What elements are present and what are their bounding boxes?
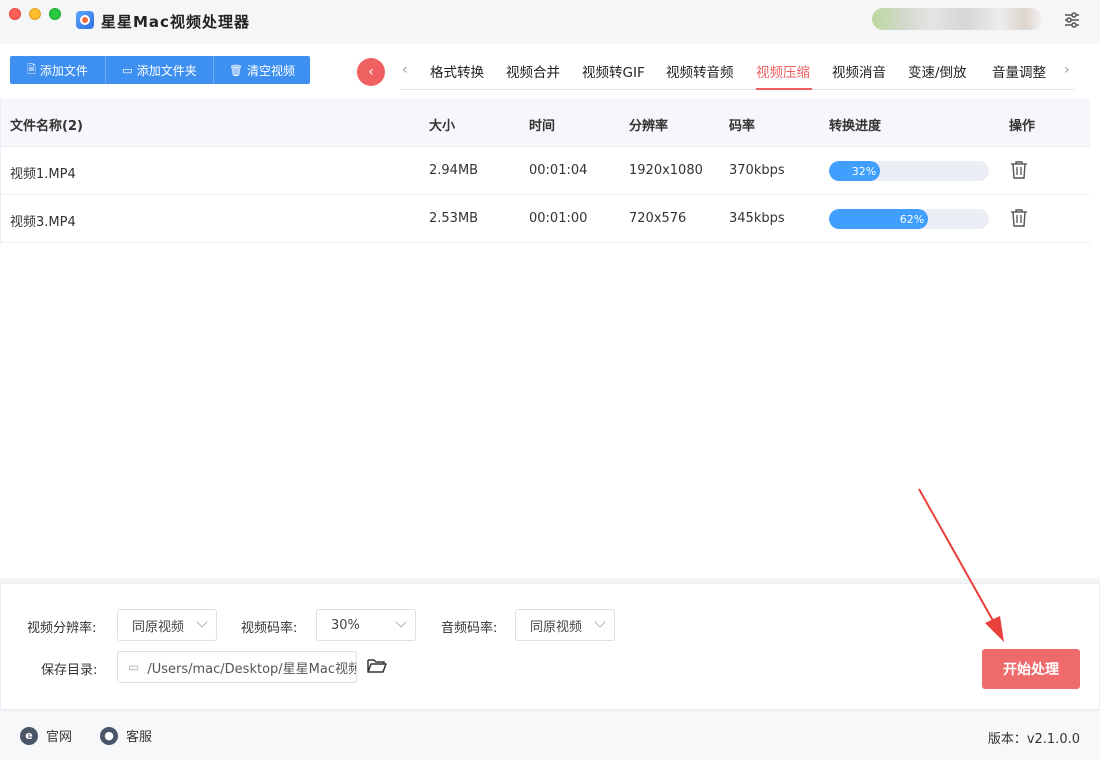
audio-bitrate-label: 音频码率: <box>441 621 498 636</box>
tabs-scroll-left-icon[interactable]: ‹ <box>402 62 408 78</box>
chevron-left-icon: ‹ <box>368 64 374 80</box>
browse-folder-icon[interactable] <box>366 656 388 676</box>
audio-bitrate-select[interactable]: 同原视频 <box>515 609 615 641</box>
progress-label: 32% <box>851 164 877 178</box>
tab-video-compress[interactable]: 视频压缩 <box>756 61 810 81</box>
header-operations: 操作 <box>1009 119 1036 134</box>
collapse-back-button[interactable]: ‹ <box>357 58 385 86</box>
tab-format-convert[interactable]: 格式转换 <box>430 61 484 81</box>
table-row[interactable]: 视频1.MP4 2.94MB 00:01:04 1920x1080 370kbp… <box>1 147 1090 195</box>
tabs-scroll-right-icon[interactable]: › <box>1064 62 1070 78</box>
conversion-progress-bar: 32% <box>829 161 989 181</box>
annotation-arrow <box>918 488 1004 642</box>
window-close-button[interactable] <box>9 8 21 20</box>
tab-video-merge[interactable]: 视频合并 <box>506 61 560 81</box>
title-bar: 星星Mac视频处理器 <box>0 0 1100 44</box>
header-resolution: 分辨率 <box>629 119 669 134</box>
user-account-avatar[interactable] <box>872 8 1042 30</box>
app-logo-icon <box>76 11 94 29</box>
window-zoom-button[interactable] <box>49 8 61 20</box>
add-file-label: 添加文件 <box>39 63 88 78</box>
file-resolution: 1920x1080 <box>629 163 703 178</box>
video-resolution-select[interactable]: 同原视频 <box>117 609 217 641</box>
customer-service-link[interactable]: ● 客服 <box>100 726 152 745</box>
table-header: 文件名称(2) 大小 时间 分辨率 码率 转换进度 操作 <box>1 99 1090 147</box>
header-time: 时间 <box>529 119 556 134</box>
version-text: 版本：v2.1.0.0 <box>987 732 1080 747</box>
clear-videos-label: 清空视频 <box>246 63 295 78</box>
delete-row-icon[interactable] <box>1010 160 1028 180</box>
file-button-group: 🗎 添加文件 ▭ 添加文件夹 🗑 清空视频 <box>10 56 310 84</box>
header-progress: 转换进度 <box>829 119 882 134</box>
file-icon: 🗎 <box>27 62 36 76</box>
toolbar: 🗎 添加文件 ▭ 添加文件夹 🗑 清空视频 ‹ ‹ 格式转换 视频合并 视频转G… <box>0 44 1100 98</box>
add-folder-label: 添加文件夹 <box>136 63 197 78</box>
save-dir-input[interactable]: ▭ /Users/mac/Desktop/星星Mac视频 <box>117 651 357 683</box>
tab-volume-adjust[interactable]: 音量调整 <box>992 61 1046 81</box>
clear-videos-button[interactable]: 🗑 清空视频 <box>214 56 310 84</box>
chevron-down-icon <box>395 616 407 628</box>
website-link[interactable]: e 官网 <box>20 726 72 745</box>
chevron-down-icon <box>594 616 606 628</box>
app-title: 星星Mac视频处理器 <box>101 13 250 31</box>
file-size: 2.94MB <box>429 163 479 178</box>
tab-video-to-audio[interactable]: 视频转音频 <box>666 61 734 81</box>
settings-sliders-icon[interactable] <box>1062 10 1082 30</box>
video-bitrate-label: 视频码率: <box>241 621 298 636</box>
tab-video-to-gif[interactable]: 视频转GIF <box>582 61 645 81</box>
table-row[interactable]: 视频3.MP4 2.53MB 00:01:00 720x576 345kbps … <box>1 195 1090 243</box>
browser-e-icon: e <box>20 726 38 745</box>
progress-fill: 62% <box>829 209 929 229</box>
function-tabs: ‹ 格式转换 视频合并 视频转GIF 视频转音频 视频压缩 视频消音 变速/倒放… <box>400 52 1075 90</box>
file-name: 视频3.MP4 <box>10 215 76 230</box>
progress-fill: 32% <box>829 161 881 181</box>
audio-bitrate-value: 同原视频 <box>530 619 583 635</box>
file-duration: 00:01:00 <box>529 211 588 226</box>
add-folder-button[interactable]: ▭ 添加文件夹 <box>106 56 214 84</box>
video-bitrate-value: 30% <box>331 617 360 633</box>
save-dir-label: 保存目录: <box>41 663 98 678</box>
conversion-progress-bar: 62% <box>829 209 989 229</box>
customer-service-label: 客服 <box>126 730 153 745</box>
file-resolution: 720x576 <box>629 211 687 226</box>
active-tab-indicator <box>756 88 812 90</box>
tab-video-mute[interactable]: 视频消音 <box>832 61 886 81</box>
video-resolution-value: 同原视频 <box>132 619 185 635</box>
header-bitrate: 码率 <box>729 119 756 134</box>
file-table: 文件名称(2) 大小 时间 分辨率 码率 转换进度 操作 视频1.MP4 2.9… <box>1 99 1090 243</box>
delete-row-icon[interactable] <box>1010 208 1028 228</box>
folder-icon: ▭ <box>122 63 133 77</box>
start-processing-button[interactable]: 开始处理 <box>982 649 1080 689</box>
start-processing-label: 开始处理 <box>1003 662 1059 678</box>
progress-label: 62% <box>899 212 925 226</box>
file-size: 2.53MB <box>429 211 479 226</box>
trash-icon: 🗑 <box>229 63 243 77</box>
window-minimize-button[interactable] <box>29 8 41 20</box>
chevron-down-icon <box>196 616 208 628</box>
add-file-button[interactable]: 🗎 添加文件 <box>10 56 106 84</box>
video-bitrate-select[interactable]: 30% <box>316 609 416 641</box>
folder-outline-icon: ▭ <box>128 660 140 674</box>
tab-speed-reverse[interactable]: 变速/倒放 <box>908 61 967 81</box>
header-file-name: 文件名称(2) <box>10 119 83 134</box>
file-bitrate: 345kbps <box>729 211 785 226</box>
file-bitrate: 370kbps <box>729 163 785 178</box>
save-dir-value: /Users/mac/Desktop/星星Mac视频 <box>147 661 357 677</box>
video-resolution-label: 视频分辨率: <box>27 621 97 636</box>
footer: e 官网 ● 客服 版本：v2.1.0.0 <box>0 710 1100 760</box>
header-size: 大小 <box>429 119 456 134</box>
file-duration: 00:01:04 <box>529 163 588 178</box>
website-label: 官网 <box>46 730 73 745</box>
chat-bubble-icon: ● <box>100 726 118 745</box>
file-name: 视频1.MP4 <box>10 167 76 182</box>
